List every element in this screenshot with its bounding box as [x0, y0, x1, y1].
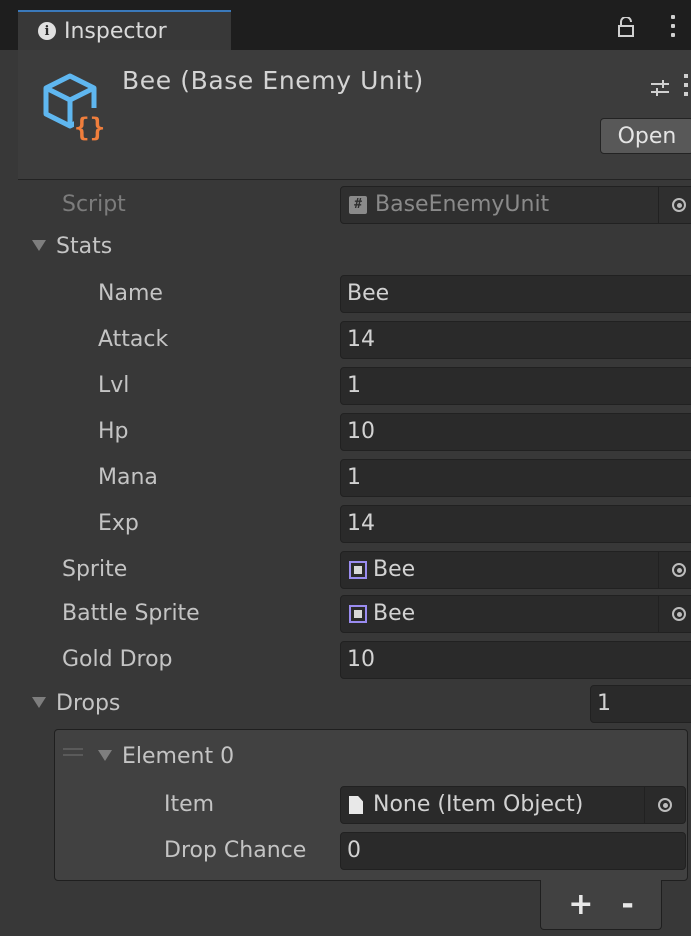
scriptable-object-icon: {}: [43, 73, 108, 143]
stats-lvl-row: Lvl 1: [18, 363, 691, 409]
sprite-field[interactable]: Bee: [340, 551, 691, 589]
gold-drop-label: Gold Drop: [62, 647, 173, 672]
list-buttons: + -: [540, 880, 662, 930]
drop-chance-row: Drop Chance 0: [18, 828, 691, 874]
object-picker-icon: [658, 798, 672, 812]
mana-label: Mana: [98, 465, 158, 490]
header-menu-icon[interactable]: [684, 74, 688, 96]
item-picker[interactable]: [644, 787, 685, 823]
item-row: Item None (Item Object): [18, 782, 691, 828]
script-row: Script # BaseEnemyUnit: [18, 182, 691, 228]
item-label: Item: [164, 792, 215, 817]
item-value: None (Item Object): [373, 792, 584, 817]
script-field: # BaseEnemyUnit: [340, 186, 691, 224]
name-label: Name: [98, 281, 163, 306]
gold-drop-field[interactable]: 10: [340, 641, 691, 679]
stats-attack-row: Attack 14: [18, 317, 691, 363]
remove-element-button[interactable]: -: [621, 889, 633, 920]
drop-chance-field[interactable]: 0: [340, 832, 686, 870]
sprite-icon: [349, 561, 367, 579]
sprite-picker[interactable]: [658, 552, 691, 588]
sprite-row: Sprite Bee: [18, 547, 691, 593]
battle-sprite-row: Battle Sprite Bee: [18, 591, 691, 637]
document-icon: [349, 796, 363, 814]
stats-foldout-header[interactable]: Stats: [32, 224, 112, 270]
open-button[interactable]: Open: [600, 118, 691, 154]
battle-sprite-value: Bee: [373, 601, 416, 626]
object-picker-icon: [672, 607, 686, 621]
attack-label: Attack: [98, 327, 169, 352]
object-picker-icon: [672, 563, 686, 577]
stats-label: Stats: [56, 234, 113, 259]
drop-chance-label: Drop Chance: [164, 838, 307, 863]
stats-hp-row: Hp 10: [18, 409, 691, 455]
script-value: BaseEnemyUnit: [375, 192, 550, 217]
exp-field[interactable]: 14: [340, 505, 691, 543]
stats-mana-row: Mana 1: [18, 455, 691, 501]
inspector-header: {} Bee (Base Enemy Unit) Open: [18, 50, 691, 180]
tab-inspector[interactable]: i Inspector: [18, 10, 231, 50]
item-field[interactable]: None (Item Object): [340, 786, 686, 824]
info-icon: i: [38, 22, 56, 40]
tab-menu-icon[interactable]: [671, 15, 675, 37]
drops-label: Drops: [56, 691, 121, 716]
stats-name-row: Name Bee: [18, 271, 691, 317]
sprite-label: Sprite: [62, 557, 128, 582]
sprite-icon: [349, 605, 367, 623]
element-0-label: Element 0: [122, 744, 235, 769]
add-element-button[interactable]: +: [568, 889, 593, 920]
element-0-header[interactable]: Element 0: [98, 734, 234, 780]
drops-size-field[interactable]: 1: [590, 685, 691, 723]
tab-bar: i Inspector: [0, 0, 691, 50]
object-picker-icon: [672, 198, 686, 212]
name-field[interactable]: Bee: [340, 275, 691, 313]
presets-icon[interactable]: [649, 79, 671, 97]
lvl-field[interactable]: 1: [340, 367, 691, 405]
stats-foldout[interactable]: Stats: [18, 224, 691, 270]
lock-icon[interactable]: [617, 17, 635, 37]
battle-sprite-picker[interactable]: [658, 596, 691, 632]
tab-label: Inspector: [64, 18, 167, 44]
attack-field[interactable]: 14: [340, 321, 691, 359]
drops-foldout-header[interactable]: Drops: [32, 681, 120, 727]
mana-field[interactable]: 1: [340, 459, 691, 497]
exp-label: Exp: [98, 511, 139, 536]
battle-sprite-field[interactable]: Bee: [340, 595, 691, 633]
script-picker: [658, 187, 691, 223]
svg-text:{}: {}: [74, 113, 105, 143]
stats-exp-row: Exp 14: [18, 501, 691, 547]
foldout-arrow-icon: [32, 696, 46, 708]
gold-drop-row: Gold Drop 10: [18, 637, 691, 683]
foldout-arrow-icon: [98, 749, 112, 761]
drops-foldout[interactable]: Drops 1: [18, 681, 691, 727]
foldout-arrow-icon: [32, 239, 46, 251]
object-title: Bee (Base Enemy Unit): [122, 66, 424, 95]
lvl-label: Lvl: [98, 373, 130, 398]
hp-label: Hp: [98, 419, 129, 444]
csharp-script-icon: #: [349, 196, 367, 214]
element-0-foldout[interactable]: Element 0: [18, 734, 691, 780]
script-label: Script: [62, 192, 126, 217]
sprite-value: Bee: [373, 557, 416, 582]
hp-field[interactable]: 10: [340, 413, 691, 451]
battle-sprite-label: Battle Sprite: [62, 601, 200, 626]
